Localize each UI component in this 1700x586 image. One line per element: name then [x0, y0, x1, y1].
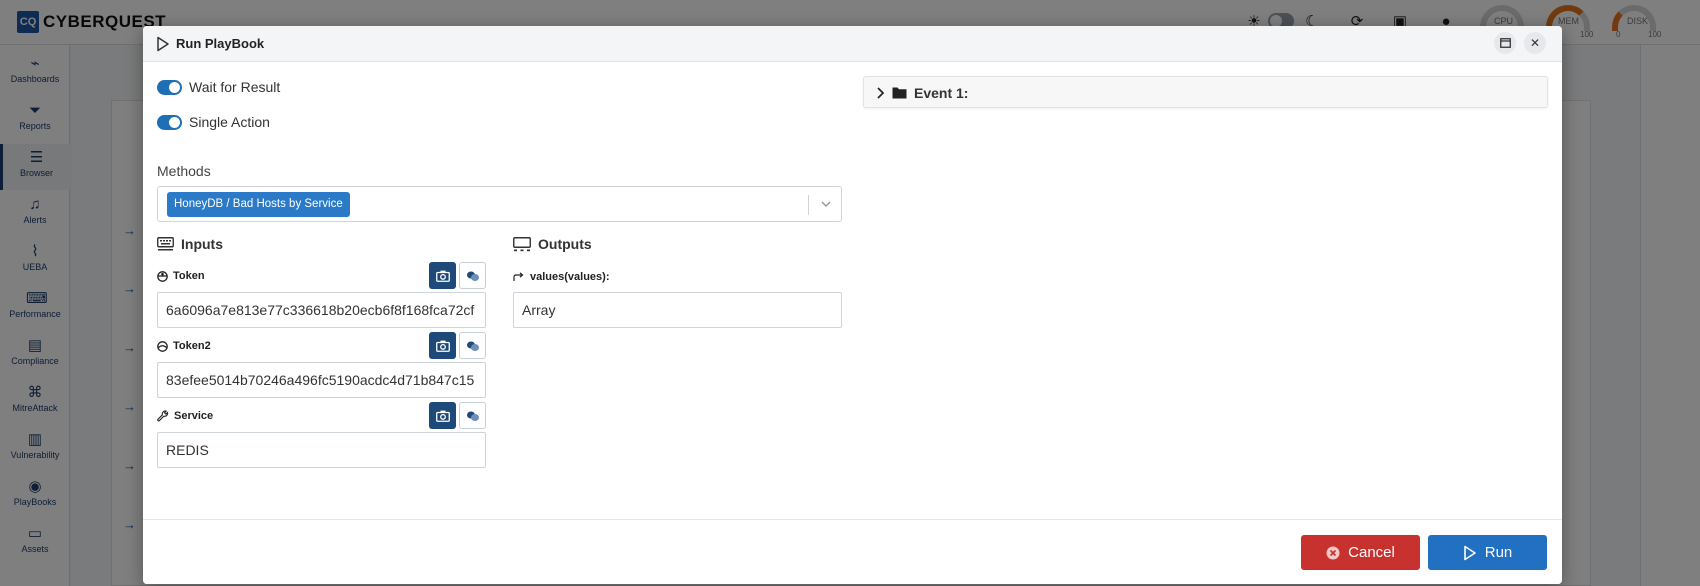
wait-for-result-label: Wait for Result	[189, 79, 281, 95]
share-arrow-icon	[513, 272, 524, 281]
chevron-down-icon[interactable]	[819, 196, 833, 212]
select-divider	[808, 195, 809, 215]
token-input[interactable]: 6a6096a7e813e77c336618b20ecb6f8f168fca72…	[157, 292, 486, 328]
token-label: Token	[157, 270, 205, 282]
monitor-icon	[513, 236, 531, 251]
link-variable-icon	[466, 271, 479, 281]
wait-for-result-toggle-row: Wait for Result	[157, 79, 280, 95]
close-icon: ✕	[1529, 36, 1541, 50]
service-label-text: Service	[174, 410, 214, 422]
maximize-icon	[1499, 38, 1511, 48]
values-output-label: values(values):	[513, 271, 609, 283]
run-playbook-dialog: Run PlayBook ✕ Wait for Result Single Ac…	[143, 26, 1562, 584]
token2-capture-button[interactable]	[429, 332, 456, 359]
values-output-label-text: values(values):	[530, 271, 610, 283]
service-label: Service	[157, 410, 213, 422]
play-icon	[157, 36, 169, 52]
inputs-heading-label: Inputs	[181, 236, 223, 252]
folder-icon	[892, 87, 907, 99]
token2-icon	[157, 340, 168, 352]
play-icon	[1463, 545, 1476, 560]
dialog-header: Run PlayBook ✕	[143, 26, 1562, 62]
close-button[interactable]: ✕	[1524, 32, 1546, 54]
run-button[interactable]: Run	[1428, 535, 1547, 570]
maximize-button[interactable]	[1494, 32, 1516, 54]
single-action-toggle-row: Single Action	[157, 114, 270, 130]
link-variable-icon	[466, 411, 479, 421]
token-variable-button[interactable]	[459, 262, 486, 289]
single-action-label: Single Action	[189, 114, 270, 130]
methods-label: Methods	[157, 163, 211, 179]
chevron-right-icon	[877, 87, 885, 99]
wrench-icon	[157, 410, 169, 422]
service-variable-button[interactable]	[459, 402, 486, 429]
service-capture-button[interactable]	[429, 402, 456, 429]
camera-icon	[435, 340, 450, 352]
wait-for-result-toggle[interactable]	[157, 79, 182, 95]
token-label-text: Token	[173, 270, 205, 282]
methods-select[interactable]: HoneyDB / Bad Hosts by Service	[157, 186, 842, 222]
token-capture-button[interactable]	[429, 262, 456, 289]
token2-variable-button[interactable]	[459, 332, 486, 359]
run-button-label: Run	[1484, 544, 1513, 561]
keyboard-icon	[157, 237, 174, 251]
outputs-heading-label: Outputs	[538, 236, 592, 252]
event-1-accordion[interactable]: Event 1:	[863, 76, 1548, 108]
single-action-toggle[interactable]	[157, 114, 182, 130]
token2-label: Token2	[157, 340, 211, 352]
cancel-circle-icon	[1326, 546, 1340, 559]
camera-icon	[435, 410, 450, 422]
values-output[interactable]: Array	[513, 292, 842, 328]
outputs-heading: Outputs	[513, 236, 592, 252]
event-1-label: Event 1:	[914, 85, 969, 101]
token-icon	[157, 270, 168, 282]
token2-input[interactable]: 83efee5014b70246a496fc5190acdc4d71b847c1…	[157, 362, 486, 398]
service-input[interactable]: REDIS	[157, 432, 486, 468]
method-chip[interactable]: HoneyDB / Bad Hosts by Service	[167, 192, 350, 217]
dialog-title: Run PlayBook	[176, 36, 265, 51]
token2-label-text: Token2	[173, 340, 211, 352]
cancel-button[interactable]: Cancel	[1301, 535, 1420, 570]
inputs-heading: Inputs	[157, 236, 223, 252]
cancel-button-label: Cancel	[1348, 544, 1395, 561]
dialog-footer: Cancel Run	[143, 519, 1562, 584]
camera-icon	[435, 270, 450, 282]
link-variable-icon	[466, 341, 479, 351]
